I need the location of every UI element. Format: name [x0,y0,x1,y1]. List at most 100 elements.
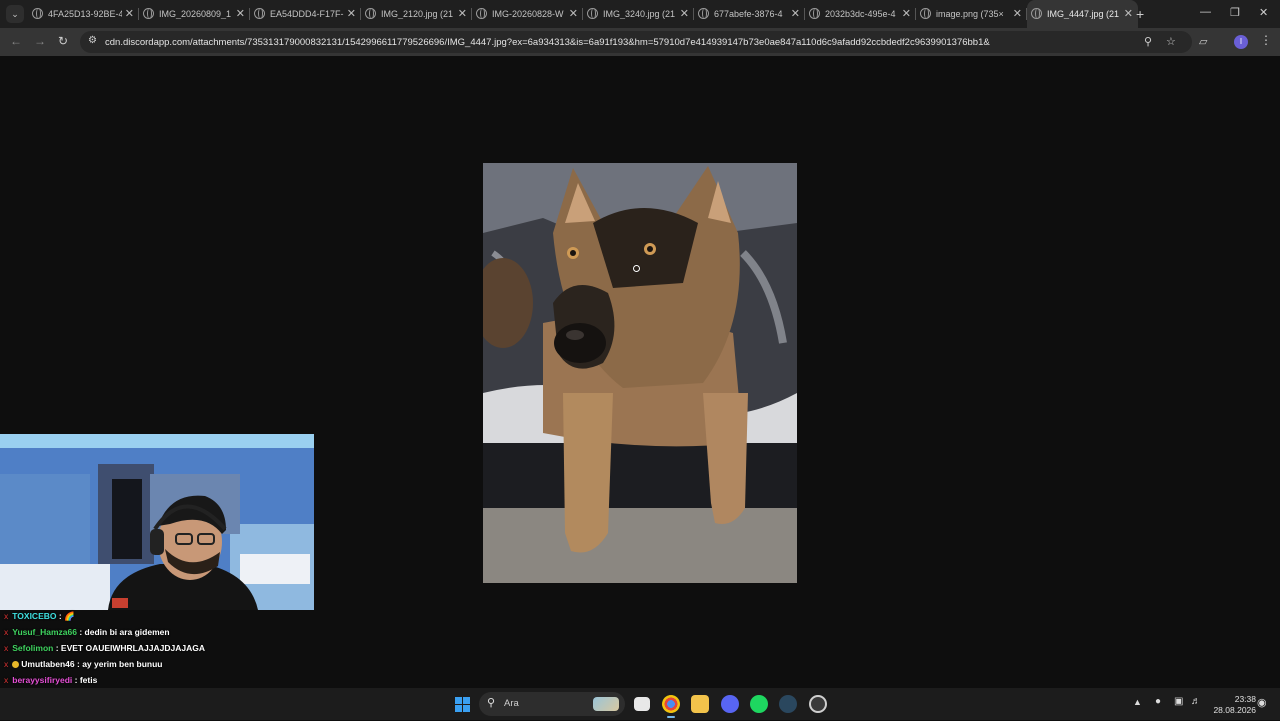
chat-username[interactable]: TOXICEBO [12,611,56,621]
tab-label: 2032b3dc-495e-4 [825,9,896,19]
tab-close-icon[interactable]: ✕ [569,7,578,20]
obs-icon[interactable] [809,695,827,713]
file-explorer-icon[interactable] [691,695,709,713]
bookmark-star-icon[interactable]: ☆ [1166,35,1176,48]
browser-toolbar: ← → ↻ ⚙ cdn.discordapp.com/attachments/7… [0,28,1280,56]
spotify-icon[interactable] [750,695,768,713]
more-menu-icon[interactable]: ⋮ [1260,33,1272,47]
chat-separator: : [76,627,85,637]
tab-label: 4FA25D13-92BE-4 [48,9,122,19]
tab-close-icon[interactable]: ✕ [125,7,134,20]
chat-text: ay yerim ben bunuu [82,659,163,669]
globe-icon [476,8,487,19]
globe-icon [365,8,376,19]
chat-separator: : [72,675,80,685]
windows-start-icon[interactable] [455,697,470,712]
zoom-search-icon[interactable]: ⚲ [1144,35,1152,48]
chat-separator: : [53,643,61,653]
chat-separator: : [56,611,65,621]
browser-tab[interactable]: IMG_3240.jpg (21 ✕ [583,0,694,28]
reload-icon[interactable]: ↻ [58,34,68,48]
tab-close-icon[interactable]: ✕ [902,7,911,20]
browser-tab[interactable]: 4FA25D13-92BE-4 ✕ [28,0,139,28]
clock-time: 23:38 [1234,694,1256,704]
search-highlight-icon [593,697,619,711]
browser-tab[interactable]: IMG_4447.jpg (21 ✕ [1027,0,1138,28]
profile-avatar[interactable]: I [1234,35,1248,49]
browser-tab[interactable]: 2032b3dc-495e-4 ✕ [805,0,916,28]
windows-taskbar: ⚲ Ara ▲ ● ▣ ♬ 23:38 28.08.2026 ◉ [0,688,1280,720]
close-window-icon[interactable]: ✕ [1259,6,1268,19]
emote-icon: 🌈 [64,611,75,621]
chat-message: x berayysifiryedi : fetis [4,675,97,689]
tab-close-icon[interactable]: ✕ [347,7,356,20]
chat-username[interactable]: Sefolimon [12,643,53,653]
tab-label: IMG_2120.jpg (21 [381,9,454,19]
microphone-icon[interactable]: ● [1155,696,1161,707]
chat-delete-icon[interactable]: x [4,627,8,637]
forward-arrow-icon[interactable]: → [34,34,46,48]
address-bar[interactable]: ⚙ cdn.discordapp.com/attachments/7353131… [80,31,1192,53]
taskbar-search[interactable]: ⚲ Ara [479,692,625,716]
globe-icon [1031,8,1042,19]
chat-username[interactable]: Yusuf_Hamza66 [12,627,77,637]
mouse-cursor [633,265,640,272]
dog-photo[interactable] [483,163,797,583]
chat-delete-icon[interactable]: x [4,659,8,669]
tab-strip: ⌄ 4FA25D13-92BE-4 ✕ IMG_20260809_1 ✕ EA54DDD… [0,0,1280,28]
subscriber-badge-icon [12,661,20,668]
tab-label: 677abefe-3876-4 [714,9,783,19]
back-arrow-icon[interactable]: ← [10,34,22,48]
extensions-puzzle-icon[interactable]: ▱ [1199,35,1207,48]
chat-delete-icon[interactable]: x [4,675,8,685]
chat-delete-icon[interactable]: x [4,611,8,621]
tab-close-icon[interactable]: ✕ [680,7,689,20]
globe-icon [920,8,931,19]
tab-label: image.png (735× [936,9,1004,19]
browser-tab[interactable]: EA54DDD4-F17F- ✕ [250,0,361,28]
notification-bell-icon[interactable]: ◉ [1257,696,1267,709]
chat-delete-icon[interactable]: x [4,643,8,653]
tray-chevron-up-icon[interactable]: ▲ [1133,697,1142,707]
tab-label: IMG_20260809_1 [159,9,232,19]
globe-icon [587,8,598,19]
new-tab-plus-icon[interactable]: + [1136,6,1144,22]
tab-close-icon[interactable]: ✕ [1013,7,1022,20]
chat-message: x TOXICEBO : 🌈 [4,611,75,625]
globe-icon [254,8,265,19]
browser-tab[interactable]: IMG_20260809_1 ✕ [139,0,250,28]
globe-icon [809,8,820,19]
restore-icon[interactable]: ❐ [1230,6,1240,19]
task-view-icon[interactable] [634,697,650,711]
tab-label: IMG-20260828-W [492,9,564,19]
globe-icon [143,8,154,19]
network-icon[interactable]: ▣ [1174,696,1183,707]
browser-tab[interactable]: image.png (735× ✕ [916,0,1027,28]
tab-search-chevron-icon[interactable]: ⌄ [6,5,24,23]
browser-tab[interactable]: IMG_2120.jpg (21 ✕ [361,0,472,28]
tab-close-icon[interactable]: ✕ [458,7,467,20]
chat-username[interactable]: Umutlaben46 [21,659,74,669]
tab-label: IMG_3240.jpg (21 [603,9,676,19]
discord-icon[interactable] [721,695,739,713]
volume-icon[interactable]: ♬ [1191,696,1201,707]
chat-message: x Umutlaben46 : ay yerim ben bunuu [4,659,162,673]
tab-close-icon[interactable]: ✕ [236,7,245,20]
search-icon: ⚲ [487,697,496,709]
clock[interactable]: 23:38 28.08.2026 [1208,694,1256,716]
chrome-icon[interactable] [662,695,680,718]
tab-close-icon[interactable]: ✕ [1124,7,1133,20]
steam-icon[interactable] [779,695,797,713]
browser-tab[interactable]: IMG-20260828-W ✕ [472,0,583,28]
url-text[interactable]: cdn.discordapp.com/attachments/735313179… [105,37,990,48]
browser-tab[interactable]: 677abefe-3876-4 ✕ [694,0,805,28]
search-label: Ara [504,698,519,709]
clock-date: 28.08.2026 [1213,705,1256,715]
tab-label: EA54DDD4-F17F- [270,9,344,19]
tab-label: IMG_4447.jpg (21 [1047,9,1120,19]
chat-username[interactable]: berayysifiryedi [12,675,72,685]
minimize-icon[interactable]: — [1200,6,1211,18]
site-info-icon[interactable]: ⚙ [88,35,97,46]
tab-close-icon[interactable]: ✕ [791,7,800,20]
chat-text: dedin bi ara gidemen [84,627,170,637]
